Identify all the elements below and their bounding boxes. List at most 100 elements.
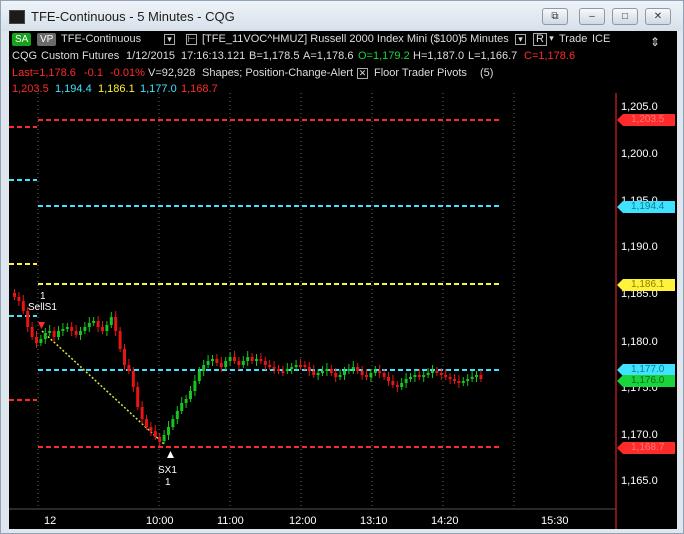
candle-body [136,387,140,407]
candle-body [281,371,285,373]
candle-body [167,427,170,435]
candle-body [228,357,232,361]
candle-body [193,381,197,391]
candle-body [48,331,52,333]
x-tick: 15:30 [541,515,569,527]
sell-signal-label: SellS1 [28,302,57,313]
candle-body [114,317,118,331]
candle-body [475,375,478,377]
candle-body [246,357,250,361]
candle-body [351,367,355,369]
restore-layout-button[interactable]: ⧉ [542,8,568,25]
candle-body [101,327,104,331]
exit-qty: 1 [165,477,171,488]
candle-body [39,339,43,343]
candle-body [360,371,364,375]
candle-body [382,373,386,377]
candle-body [325,369,329,371]
candle-body [35,337,38,343]
candle-body [123,349,126,365]
candle-body [461,381,465,383]
candle-body [365,375,368,377]
candle-body [21,301,25,311]
y-tick: 1,170.0 [621,429,658,441]
candle-body [285,369,289,371]
candle-body [321,371,324,373]
candle-body [369,373,373,377]
candle-body [17,297,21,301]
badge-pp: 1,186.1 [617,279,675,291]
candle-body [52,331,56,337]
candle-body [153,431,157,437]
candle-body [202,365,206,371]
candle-body [395,385,399,387]
y-tick: 1,205.0 [621,101,658,113]
candle-body [162,435,166,441]
candle-body [439,373,443,375]
candle-body [175,411,179,419]
candle-body [206,361,210,365]
title-bar[interactable]: TFE-Continuous - 5 Minutes - CQG ⧉ – □ ✕ [1,1,683,31]
candle-body [316,373,320,375]
candle-body [444,375,448,377]
price-plot[interactable] [9,31,677,529]
candle-body [215,359,219,363]
app-icon [9,10,25,24]
candle-body [422,375,426,377]
candle-body [237,361,241,365]
x-tick: 10:00 [146,515,174,527]
x-tick: 14:20 [431,515,459,527]
candle-body [303,365,307,367]
chart-area[interactable]: SA VP TFE-Continuous ▾ ⊢ [TFE_11VOC^HMUZ… [9,31,677,529]
candle-body [470,377,474,379]
close-button[interactable]: ✕ [645,8,671,25]
candle-body [307,367,311,371]
candle-body [57,331,60,337]
y-tick: 1,200.0 [621,148,658,160]
maximize-button[interactable]: □ [612,8,638,25]
y-tick: 1,190.0 [621,241,658,253]
candle-body [338,375,342,377]
candle-body [127,365,131,371]
candle-body [404,379,408,383]
candle-body [413,375,417,377]
candle-body [43,333,47,339]
candle-body [219,363,223,367]
candle-body [79,331,82,335]
candle-body [391,381,395,385]
badge-r1: 1,194.4 [617,201,675,213]
candle-body [272,367,276,369]
candle-body [184,399,188,403]
candle-body [457,381,461,383]
candle-body [145,419,148,427]
candle-body [329,369,333,373]
candle-body [479,375,483,379]
x-tick: 12:00 [289,515,317,527]
candle-body [92,321,96,323]
minimize-button[interactable]: – [579,8,605,25]
candle-body [259,359,263,361]
candle-body [70,327,74,331]
badge-r2: 1,203.5 [617,114,675,126]
candle-body [87,323,91,327]
candle-body [299,365,302,367]
y-tick: 1,165.0 [621,475,658,487]
candle-body [294,365,298,367]
candle-body [453,379,456,381]
candle-body [180,403,184,411]
candle-body [347,369,351,371]
candle-body [277,369,280,371]
candle-body [263,361,267,365]
candle-body [233,357,236,361]
x-tick: 13:10 [360,515,388,527]
candle-body [140,407,144,419]
candle-body [197,371,201,381]
candle-body [105,325,109,331]
candle-body [373,371,377,373]
candle-body [387,377,390,381]
candle-body [343,371,346,375]
candle-body [435,371,439,373]
badge-last: 1,176.0 [617,375,675,387]
window-title: TFE-Continuous - 5 Minutes - CQG [31,9,235,24]
candle-body [224,361,228,367]
